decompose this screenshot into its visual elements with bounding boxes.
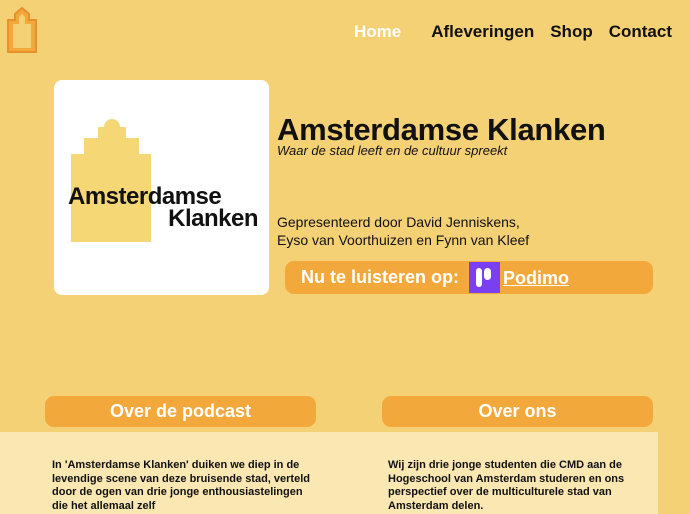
nav-home[interactable]: Home (346, 20, 409, 44)
hosts-text: Gepresenteerd door David Jenniskens, Eys… (277, 213, 577, 249)
cover-wordmark: Amsterdamse Klanken (68, 185, 259, 232)
podcast-cover: Amsterdamse Klanken (54, 80, 269, 295)
about-us-description: Wij zijn drie jonge studenten die CMD aa… (388, 459, 625, 512)
house-icon[interactable] (5, 6, 39, 54)
main-nav: Home Afleveringen Shop Contact (346, 20, 680, 44)
podimo-icon[interactable] (469, 262, 500, 293)
listen-label: Nu te luisteren op: (301, 267, 460, 287)
podimo-link[interactable]: Podimo (503, 268, 569, 289)
over-de-podcast-heading: Over de podcast (45, 396, 316, 427)
hosts-line-1: Gepresenteerd door David Jenniskens, (277, 214, 520, 230)
nav-afleveringen[interactable]: Afleveringen (423, 20, 542, 44)
nav-contact[interactable]: Contact (601, 20, 680, 44)
podcast-description: In 'Amsterdamse Klanken' duiken we diep … (52, 459, 310, 512)
cover-line-2: Klanken (168, 205, 258, 232)
over-ons-heading: Over ons (382, 396, 653, 427)
nav-shop[interactable]: Shop (542, 20, 601, 44)
hosts-line-2: Eyso van Voorthuizen en Fynn van Kleef (277, 232, 530, 248)
listen-bar: Nu te luisteren op: Podimo (285, 261, 653, 294)
tagline: Waar de stad leeft en de cultuur spreekt (277, 143, 508, 158)
